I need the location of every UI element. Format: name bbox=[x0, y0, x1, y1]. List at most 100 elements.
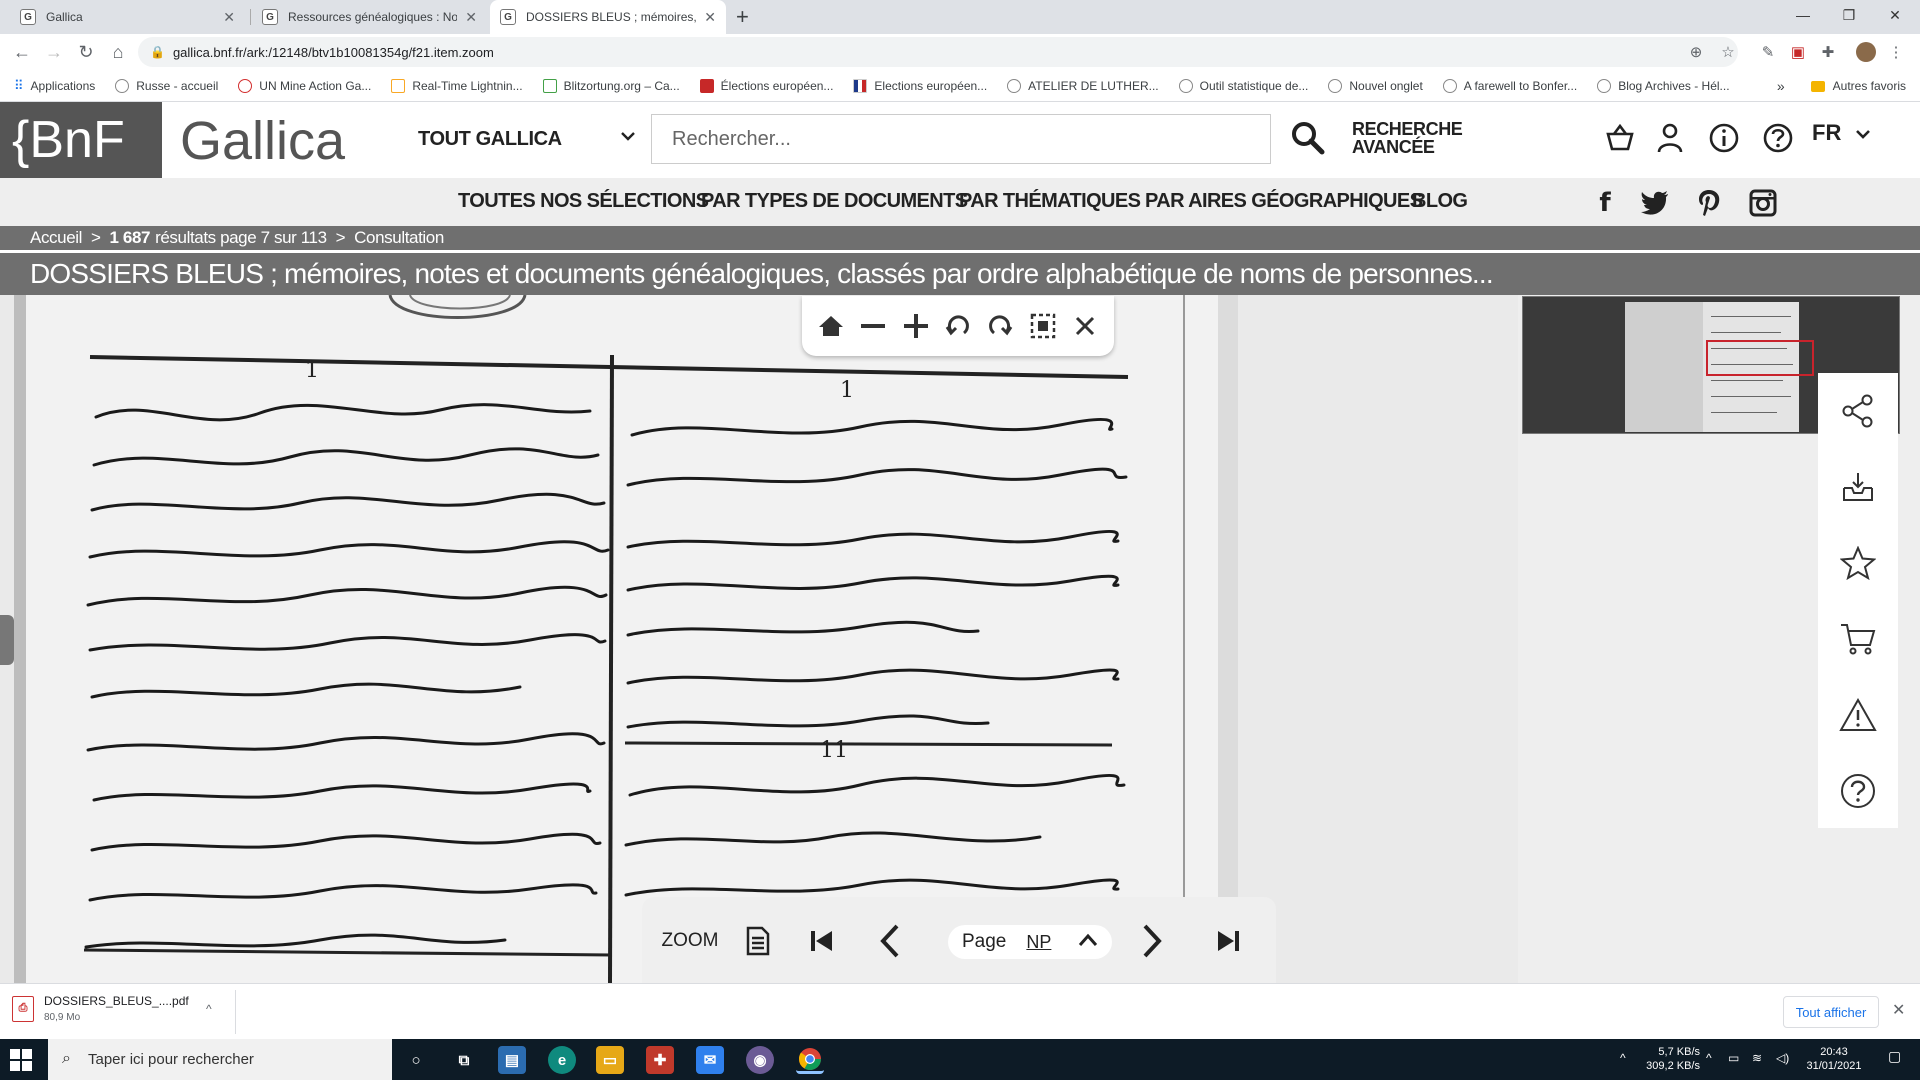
bookmark-item[interactable]: Blitzortung.org – Ca... bbox=[542, 78, 680, 93]
back-arrow-icon[interactable]: ← bbox=[10, 40, 34, 64]
first-page-icon[interactable] bbox=[802, 923, 842, 959]
rotate-left-icon[interactable] bbox=[941, 309, 975, 343]
favorite-star-icon[interactable] bbox=[1818, 525, 1898, 601]
chevron-up-icon[interactable] bbox=[1078, 931, 1098, 952]
home-view-icon[interactable] bbox=[814, 309, 848, 343]
breadcrumb-home[interactable]: Accueil bbox=[30, 228, 82, 248]
close-zoom-icon[interactable] bbox=[1068, 309, 1102, 343]
viewport-indicator[interactable] bbox=[1706, 340, 1814, 376]
puzzle-extensions-icon[interactable]: ✚ bbox=[1818, 42, 1838, 62]
chrome-menu-icon[interactable]: ⋮ bbox=[1886, 42, 1906, 62]
bookmark-item[interactable]: ATELIER DE LUTHER... bbox=[1007, 78, 1159, 93]
bookmark-item[interactable]: Outil statistique de... bbox=[1178, 78, 1308, 93]
previous-page-icon[interactable] bbox=[870, 923, 910, 959]
page-selector[interactable]: Page NP bbox=[948, 925, 1112, 959]
battery-icon[interactable]: ▭ bbox=[1728, 1051, 1739, 1065]
bookmark-item[interactable]: Élections européen... bbox=[699, 78, 833, 93]
chevron-down-icon[interactable] bbox=[620, 128, 636, 149]
close-icon[interactable]: ✕ bbox=[1892, 1000, 1905, 1020]
bookmark-item[interactable]: ⠿ Applications bbox=[14, 78, 95, 94]
left-panel-handle[interactable] bbox=[0, 295, 14, 983]
clock[interactable]: 20:43 31/01/2021 bbox=[1802, 1045, 1866, 1073]
zoom-out-icon[interactable] bbox=[856, 309, 890, 343]
address-bar[interactable]: 🔒 gallica.bnf.fr/ark:/12148/btv1b1008135… bbox=[138, 37, 1738, 67]
page-number-input[interactable]: NP bbox=[1026, 932, 1051, 953]
zoom-mode-button[interactable]: ZOOM bbox=[660, 923, 720, 959]
bookmarks-overflow-button[interactable]: » bbox=[1777, 78, 1785, 94]
instagram-icon[interactable] bbox=[1746, 186, 1780, 220]
taskbar-search-input[interactable]: ⌕ Taper ici pour rechercher bbox=[48, 1039, 392, 1080]
text-mode-icon[interactable] bbox=[738, 923, 778, 959]
help-icon[interactable] bbox=[1758, 118, 1798, 158]
cortana-icon[interactable]: ○ bbox=[402, 1046, 430, 1074]
basket-icon[interactable] bbox=[1600, 118, 1640, 158]
tor-browser-icon[interactable]: ◉ bbox=[746, 1046, 774, 1074]
mail-icon[interactable]: ✉ bbox=[696, 1046, 724, 1074]
language-select[interactable]: FR bbox=[1812, 120, 1871, 146]
twitter-icon[interactable] bbox=[1638, 186, 1672, 220]
close-icon[interactable]: ✕ bbox=[704, 9, 716, 26]
edge-icon[interactable]: e bbox=[548, 1046, 576, 1074]
search-icon[interactable] bbox=[1290, 120, 1326, 156]
rotate-right-icon[interactable] bbox=[983, 309, 1017, 343]
advanced-search-link[interactable]: RECHERCHE AVANCÉE bbox=[1352, 120, 1463, 156]
warning-icon[interactable] bbox=[1818, 677, 1898, 753]
pocket-extension-icon[interactable]: ▣ bbox=[1788, 42, 1808, 62]
nav-blog[interactable]: BLOG bbox=[1412, 190, 1468, 213]
bookmark-item[interactable]: A farewell to Bonfer... bbox=[1442, 78, 1577, 93]
bookmark-item[interactable]: UN Mine Action Ga... bbox=[238, 78, 371, 93]
cart-icon[interactable] bbox=[1818, 601, 1898, 677]
search-input[interactable]: Rechercher... bbox=[651, 114, 1271, 164]
fullscreen-icon[interactable] bbox=[1026, 309, 1060, 343]
volume-icon[interactable]: ◁) bbox=[1776, 1051, 1789, 1065]
store-icon[interactable]: ▤ bbox=[498, 1046, 526, 1074]
task-view-icon[interactable]: ⧉ bbox=[450, 1046, 478, 1074]
other-favorites-folder[interactable]: Autres favoris bbox=[1833, 79, 1906, 93]
tray-chevron-icon[interactable]: ^ bbox=[1620, 1051, 1626, 1065]
tab-dossiers-bleus[interactable]: G DOSSIERS BLEUS ; mémoires, not ✕ bbox=[490, 0, 726, 34]
results-text[interactable]: résultats page 7 sur 113 bbox=[155, 228, 327, 248]
bnf-logo[interactable]: {BnF bbox=[0, 102, 162, 178]
gallica-logo[interactable]: Gallica bbox=[180, 110, 345, 172]
tab-ressources[interactable]: G Ressources généalogiques : Nobl ✕ bbox=[252, 0, 487, 34]
zoom-in-icon[interactable] bbox=[899, 309, 933, 343]
notifications-icon[interactable]: ▢ bbox=[1888, 1049, 1901, 1063]
forward-arrow-icon[interactable]: → bbox=[42, 40, 66, 64]
profile-avatar[interactable] bbox=[1856, 42, 1876, 62]
nav-document-types[interactable]: PAR TYPES DE DOCUMENTS bbox=[701, 190, 968, 213]
close-icon[interactable]: ✕ bbox=[465, 9, 477, 26]
bookmark-item[interactable]: Real-Time Lightnin... bbox=[391, 78, 523, 93]
wifi-icon[interactable]: ≋ bbox=[1752, 1051, 1762, 1065]
results-count[interactable]: 1 687 bbox=[110, 228, 151, 248]
document-viewer[interactable]: 1 1 11 bbox=[0, 295, 1518, 983]
nav-thematics[interactable]: PAR THÉMATIQUES bbox=[959, 190, 1141, 213]
new-tab-plus-icon[interactable]: + bbox=[736, 4, 749, 30]
extension-icon[interactable]: ✎ bbox=[1758, 42, 1778, 62]
window-close-icon[interactable]: ✕ bbox=[1872, 0, 1918, 30]
download-icon[interactable] bbox=[1818, 449, 1898, 525]
bookmark-item[interactable]: Blog Archives - Hél... bbox=[1597, 78, 1730, 93]
help-icon[interactable] bbox=[1818, 753, 1898, 829]
tab-gallica[interactable]: G Gallica ✕ bbox=[10, 0, 245, 34]
share-icon[interactable] bbox=[1818, 373, 1898, 449]
user-icon[interactable] bbox=[1650, 118, 1690, 158]
bookmark-item[interactable]: Russe - accueil bbox=[115, 78, 218, 93]
bookmark-item[interactable]: Elections européen... bbox=[853, 78, 987, 93]
next-page-icon[interactable] bbox=[1132, 923, 1172, 959]
search-scope-select[interactable]: TOUT GALLICA bbox=[418, 128, 562, 151]
close-icon[interactable]: ✕ bbox=[223, 9, 235, 26]
pinterest-icon[interactable] bbox=[1692, 186, 1726, 220]
show-all-downloads-button[interactable]: Tout afficher bbox=[1783, 996, 1879, 1028]
windows-start-icon[interactable] bbox=[10, 1049, 32, 1071]
bookmark-item[interactable]: Nouvel onglet bbox=[1328, 78, 1423, 93]
chrome-icon[interactable] bbox=[796, 1046, 824, 1074]
home-icon[interactable]: ⌂ bbox=[106, 40, 130, 64]
download-item[interactable]: ⎙ DOSSIERS_BLEUS_....pdf 80,9 Mo bbox=[12, 994, 189, 1023]
tray-overflow-icon[interactable]: ^ bbox=[1706, 1051, 1712, 1065]
gift-app-icon[interactable]: ✚ bbox=[646, 1046, 674, 1074]
zoom-magnifier-icon[interactable]: ⊕ bbox=[1686, 42, 1706, 62]
minimize-icon[interactable]: — bbox=[1780, 0, 1826, 30]
file-explorer-icon[interactable]: ▭ bbox=[596, 1046, 624, 1074]
restore-icon[interactable]: ❐ bbox=[1826, 0, 1872, 30]
facebook-icon[interactable]: f bbox=[1588, 186, 1622, 220]
